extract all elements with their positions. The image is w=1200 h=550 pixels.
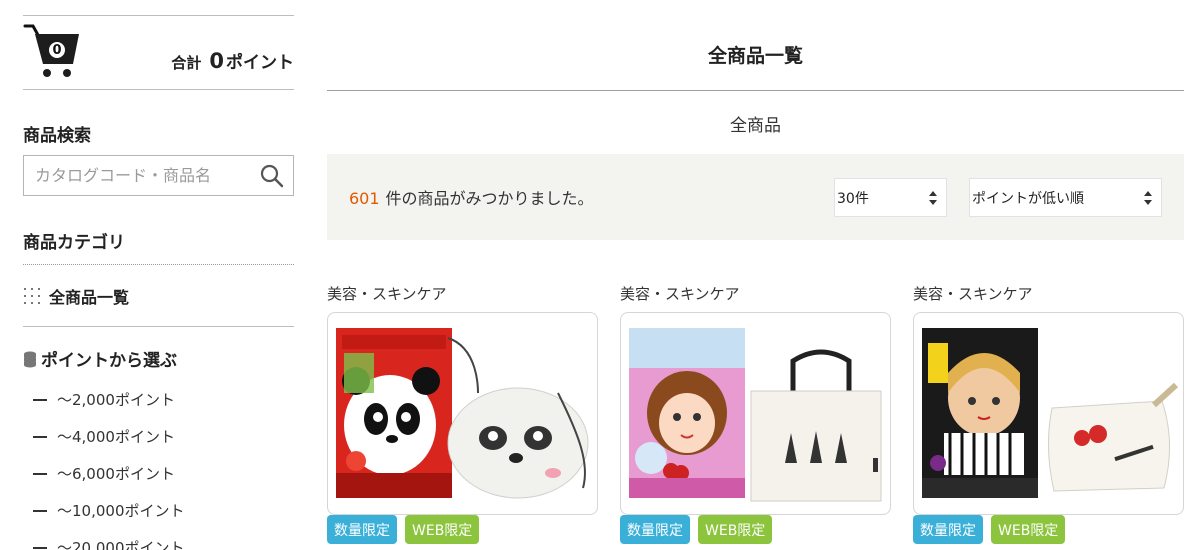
product-photo	[629, 328, 882, 502]
cart-total: 合計 0 ポイント	[171, 48, 294, 73]
cart-total-unit: ポイント	[226, 53, 294, 73]
dash-icon	[33, 398, 47, 401]
product-badges: 数量限定 WEB限定	[913, 515, 1066, 544]
section-subtitle: 全商品	[730, 116, 781, 136]
category-all-items-link[interactable]: 全商品一覧	[23, 284, 129, 308]
per-page-value: 30件	[837, 190, 869, 207]
web-only-badge: WEB限定	[698, 515, 773, 544]
cart-total-amount: 0	[209, 49, 224, 73]
product-card[interactable]: 美容・スキンケア 数量限定 WEB限定	[327, 284, 598, 544]
points-range-item[interactable]: ～20,000ポイント	[33, 529, 185, 550]
limited-quantity-badge: 数量限定	[913, 515, 983, 544]
product-photo	[922, 328, 1179, 498]
points-range-item[interactable]: ～6,000ポイント	[33, 455, 185, 492]
result-summary: 601 件の商品がみつかりました。	[349, 185, 594, 209]
grid-dots-icon	[24, 288, 40, 304]
product-category: 美容・スキンケア	[913, 285, 1033, 303]
product-image[interactable]	[913, 312, 1184, 515]
sort-arrows-icon	[929, 191, 937, 205]
cart-count-badge: 0	[47, 40, 67, 60]
result-suffix: 件の商品がみつかりました。	[385, 189, 594, 208]
sort-select[interactable]: ポイントが低い順	[969, 178, 1162, 217]
product-image[interactable]	[620, 312, 891, 515]
search-icon[interactable]	[259, 163, 285, 189]
product-category: 美容・スキンケア	[620, 285, 740, 303]
coin-stack-icon	[24, 351, 36, 367]
cart-button[interactable]: 0	[23, 22, 83, 80]
product-card[interactable]: 美容・スキンケア 数量限定 WEB限定	[620, 284, 891, 544]
search-box	[23, 155, 294, 196]
page-title: 全商品一覧	[707, 45, 803, 67]
web-only-badge: WEB限定	[405, 515, 480, 544]
points-title-label: ポイントから選ぶ	[41, 351, 177, 371]
per-page-select[interactable]: 30件	[834, 178, 947, 217]
divider	[327, 90, 1184, 91]
divider	[23, 326, 294, 327]
divider	[23, 264, 294, 265]
points-range-label: ～10,000ポイント	[57, 502, 185, 520]
limited-quantity-badge: 数量限定	[620, 515, 690, 544]
points-range-item[interactable]: ～10,000ポイント	[33, 492, 185, 529]
category-title: 商品カテゴリ	[23, 233, 125, 253]
points-range-label: ～20,000ポイント	[57, 539, 185, 550]
product-badges: 数量限定 WEB限定	[327, 515, 480, 544]
product-photo	[336, 328, 589, 499]
divider	[23, 89, 294, 90]
web-only-badge: WEB限定	[991, 515, 1066, 544]
dash-icon	[33, 509, 47, 512]
dash-icon	[33, 546, 47, 549]
product-category: 美容・スキンケア	[327, 285, 447, 303]
points-range-item[interactable]: ～4,000ポイント	[33, 418, 185, 455]
points-section-title: ポイントから選ぶ	[23, 346, 177, 371]
search-title: 商品検索	[23, 126, 91, 146]
divider	[23, 15, 294, 16]
search-input[interactable]	[24, 156, 249, 195]
product-image[interactable]	[327, 312, 598, 515]
points-range-item[interactable]: ～2,000ポイント	[33, 381, 185, 418]
sort-arrows-icon	[1144, 191, 1152, 205]
points-range-label: ～4,000ポイント	[57, 428, 175, 446]
result-bar: 601 件の商品がみつかりました。 30件 ポイントが低い順	[327, 154, 1184, 240]
points-range-label: ～2,000ポイント	[57, 391, 175, 409]
sidebar: 0 合計 0 ポイント 商品検索 商品カテゴリ 全商品一覧	[23, 0, 294, 550]
product-card[interactable]: 美容・スキンケア 数量限定 WEB限定	[913, 284, 1184, 544]
product-badges: 数量限定 WEB限定	[620, 515, 773, 544]
category-all-items-label: 全商品一覧	[49, 288, 130, 307]
cart-total-label: 合計	[171, 54, 202, 72]
result-count: 601	[349, 189, 380, 208]
limited-quantity-badge: 数量限定	[327, 515, 397, 544]
dash-icon	[33, 435, 47, 438]
sort-value: ポイントが低い順	[972, 190, 1084, 207]
main-content: 全商品一覧 全商品 601 件の商品がみつかりました。 30件 ポイントが低い順 …	[327, 0, 1184, 550]
points-range-label: ～6,000ポイント	[57, 465, 175, 483]
points-range-list: ～2,000ポイント ～4,000ポイント ～6,000ポイント ～10,000…	[33, 381, 185, 550]
dash-icon	[33, 472, 47, 475]
